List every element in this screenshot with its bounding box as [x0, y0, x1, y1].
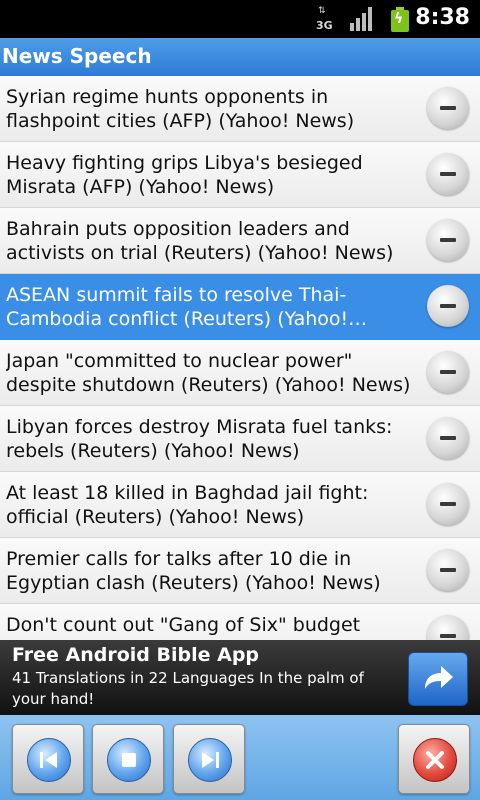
news-item[interactable]: Libyan forces destroy Misrata fuel tanks… — [0, 406, 480, 472]
next-icon — [202, 752, 219, 768]
app-title-bar: News Speech — [0, 38, 480, 76]
share-arrow-icon — [425, 666, 453, 689]
minus-icon — [440, 304, 456, 308]
previous-button[interactable] — [12, 724, 84, 794]
status-clock: 8:38 — [415, 5, 470, 30]
news-headline: Heavy fighting grips Libya's besieged Mi… — [6, 152, 363, 198]
news-headline: At least 18 killed in Baghdad jail fight… — [6, 482, 369, 528]
ad-description: 41 Translations in 22 Languages In the p… — [12, 669, 364, 708]
remove-item-button[interactable] — [427, 87, 469, 129]
remove-item-button[interactable] — [427, 483, 469, 525]
minus-icon — [440, 106, 456, 110]
minus-icon — [440, 172, 456, 176]
playback-controls — [0, 715, 480, 800]
next-button[interactable] — [173, 724, 245, 794]
news-headline: Premier calls for talks after 10 die in … — [6, 548, 381, 594]
stop-icon — [122, 753, 136, 767]
news-headline: Bahrain puts opposition leaders and acti… — [6, 218, 394, 264]
news-headline: Don't count out "Gang of Six" budget gro… — [6, 614, 361, 640]
previous-icon — [40, 752, 57, 768]
remove-item-button[interactable] — [427, 417, 469, 459]
news-headline: ASEAN summit fails to resolve Thai-Cambo… — [6, 284, 349, 330]
news-item[interactable]: Heavy fighting grips Libya's besieged Mi… — [0, 142, 480, 208]
exit-button[interactable] — [398, 724, 470, 794]
news-item[interactable]: Premier calls for talks after 10 die in … — [0, 538, 480, 604]
close-icon — [426, 751, 444, 769]
news-item[interactable]: Bahrain puts opposition leaders and acti… — [0, 208, 480, 274]
stop-button[interactable] — [92, 724, 164, 794]
remove-item-button[interactable] — [427, 153, 469, 195]
news-list[interactable]: Syrian regime hunts opponents in flashpo… — [0, 76, 480, 640]
news-item[interactable]: ASEAN summit fails to resolve Thai-Cambo… — [0, 274, 480, 340]
signal-strength-icon — [350, 7, 376, 31]
ad-title: Free Android Bible App — [12, 644, 260, 666]
network-type-label: 3G — [316, 19, 333, 32]
ad-open-button[interactable] — [408, 652, 468, 706]
remove-item-button[interactable] — [427, 351, 469, 393]
minus-icon — [440, 238, 456, 242]
minus-icon — [440, 436, 456, 440]
remove-item-button[interactable] — [427, 615, 469, 640]
ad-banner[interactable]: Free Android Bible App 41 Translations i… — [0, 640, 480, 715]
minus-icon — [440, 634, 456, 638]
battery-charging-icon: ϟ — [391, 7, 409, 32]
minus-icon — [440, 502, 456, 506]
minus-icon — [440, 568, 456, 572]
3g-data-icon: ⇅ 3G — [316, 6, 333, 33]
app-title: News Speech — [2, 44, 152, 68]
news-item[interactable]: Japan "committed to nuclear power" despi… — [0, 340, 480, 406]
remove-item-button[interactable] — [427, 285, 469, 327]
status-bar: ⇅ 3G ϟ 8:38 — [0, 0, 480, 38]
news-headline: Syrian regime hunts opponents in flashpo… — [6, 86, 355, 132]
news-item[interactable]: Syrian regime hunts opponents in flashpo… — [0, 76, 480, 142]
news-item[interactable]: At least 18 killed in Baghdad jail fight… — [0, 472, 480, 538]
news-headline: Libyan forces destroy Misrata fuel tanks… — [6, 416, 393, 462]
remove-item-button[interactable] — [427, 549, 469, 591]
news-headline: Japan "committed to nuclear power" despi… — [6, 350, 411, 396]
remove-item-button[interactable] — [427, 219, 469, 261]
news-item[interactable]: Don't count out "Gang of Six" budget gro… — [0, 604, 480, 640]
minus-icon — [440, 370, 456, 374]
